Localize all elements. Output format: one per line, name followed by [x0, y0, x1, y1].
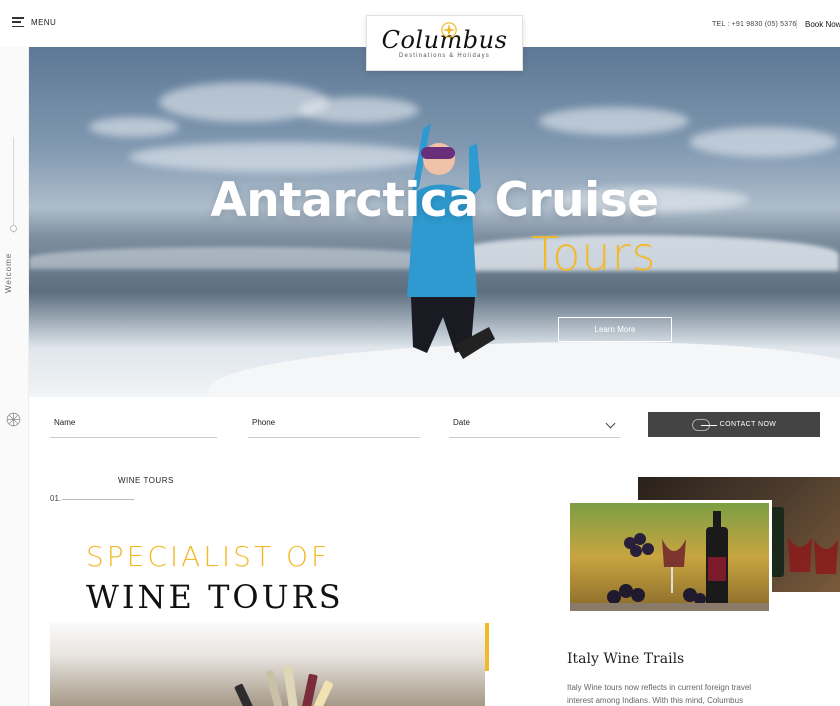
menu-button[interactable]: MENU	[12, 17, 56, 27]
header-divider	[796, 20, 797, 29]
name-label: Name	[54, 418, 76, 427]
snow-slope	[209, 342, 840, 397]
card-title[interactable]: Italy Wine Trails	[567, 651, 684, 667]
compass-icon[interactable]	[6, 412, 21, 427]
card-text: Italy Wine tours now reflects in current…	[567, 683, 752, 705]
phone-field[interactable]: Phone	[248, 408, 420, 438]
hamburger-icon	[12, 17, 24, 27]
contact-now-button[interactable]: CONTACT NOW	[648, 412, 820, 437]
book-now-link[interactable]: Book Now	[805, 20, 840, 29]
phone-label: Phone	[252, 418, 276, 427]
learn-more-button[interactable]: Learn More	[558, 317, 672, 342]
logo[interactable]: Columbus Destinations & Holidays	[366, 15, 523, 71]
compass-logo-icon	[441, 22, 457, 38]
section-number: 01.	[50, 494, 62, 503]
name-field[interactable]: Name	[50, 408, 217, 438]
side-rail: Welcome	[0, 47, 29, 706]
rail-line	[13, 137, 14, 233]
section-tag: WINE TOURS	[118, 476, 174, 485]
hero-subtitle: Tours	[531, 227, 657, 281]
date-field[interactable]: Date	[449, 408, 620, 438]
italy-wine-image	[567, 500, 772, 614]
hero-title: Antarctica Cruise	[210, 173, 659, 228]
section-heading-line2: WINE TOURS	[86, 578, 344, 616]
page: MENU Columbus Destinations & Holidays TE…	[0, 0, 840, 706]
phone-number: TEL : +91 9830 (05) 5376	[712, 21, 797, 28]
hero-banner: Antarctica Cruise Tours Learn More	[29, 47, 840, 397]
date-label: Date	[453, 418, 470, 427]
chevron-down-icon	[605, 418, 616, 429]
wine-bottles-image	[50, 622, 485, 706]
welcome-label: Welcome	[4, 252, 13, 293]
section-number-line	[62, 499, 134, 500]
menu-label: MENU	[31, 17, 57, 27]
section-heading-line1: SPECIALIST OF	[86, 540, 331, 573]
rail-dot[interactable]	[10, 225, 17, 232]
accent-bar	[485, 623, 489, 671]
jumping-person	[407, 123, 495, 359]
contact-now-label: CONTACT NOW	[719, 421, 777, 428]
arrow-right-icon	[691, 418, 717, 431]
